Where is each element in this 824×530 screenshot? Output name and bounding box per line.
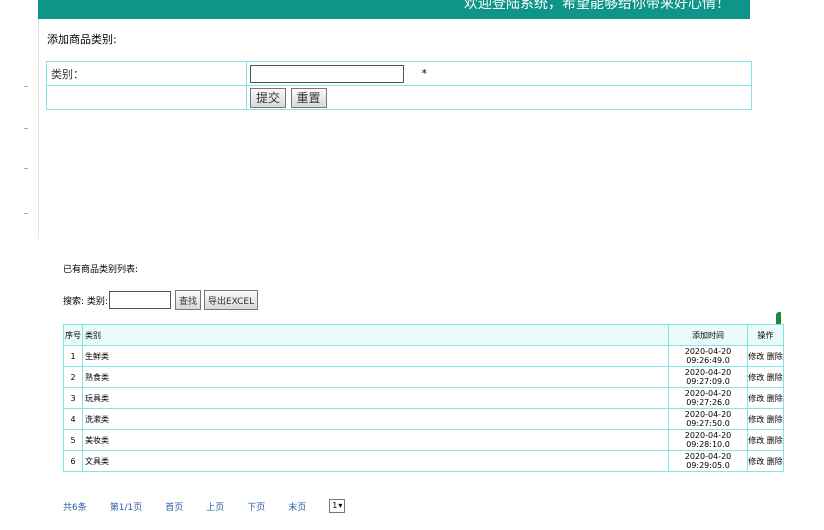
table-row: 6 文具类 2020-04-20 09:29:05.0 修改 删除: [63, 450, 784, 472]
page-select[interactable]: 1▾: [329, 499, 346, 513]
edit-link[interactable]: 修改: [748, 373, 764, 382]
category-label: 类别：: [46, 61, 247, 86]
add-category-title: 添加商品类别:: [47, 33, 117, 46]
table-row: 3 玩具类 2020-04-20 09:27:26.0 修改 删除: [63, 387, 784, 409]
submit-button[interactable]: 提交: [250, 87, 287, 108]
delete-link[interactable]: 删除: [767, 457, 783, 466]
row-time: 2020-04-20 09:26:49.0: [668, 345, 748, 367]
row-category: 文具类: [82, 450, 669, 472]
row-category: 美妆类: [82, 429, 669, 451]
add-category-form: 类别： * 提交 重置: [46, 61, 752, 110]
prev-page-link[interactable]: 上页: [206, 500, 224, 513]
row-time: 2020-04-20 09:29:05.0: [668, 450, 748, 472]
row-category: 洗漱类: [82, 408, 669, 430]
row-no: 2: [63, 366, 83, 388]
edit-link[interactable]: 修改: [748, 457, 764, 466]
row-actions: 修改 删除: [747, 429, 784, 451]
table-row: 4 洗漱类 2020-04-20 09:27:50.0 修改 删除: [63, 408, 784, 430]
sidebar-tick: [24, 168, 28, 169]
welcome-text: 欢迎登陆系统，希望能够给你带来好心情！: [464, 0, 730, 12]
category-field-cell: *: [246, 61, 752, 86]
sidebar-tick: [24, 128, 28, 129]
category-table: 序号 类别 添加时间 操作 1 生鲜类 2020-04-20 09:26:49.…: [63, 324, 784, 472]
col-header-no: 序号: [63, 324, 83, 346]
edit-link[interactable]: 修改: [748, 352, 764, 361]
sidebar-divider: [38, 19, 39, 239]
delete-link[interactable]: 删除: [767, 373, 783, 382]
form-buttons-cell: 提交 重置: [246, 85, 752, 110]
delete-link[interactable]: 删除: [767, 394, 783, 403]
table-row: 5 美妆类 2020-04-20 09:28:10.0 修改 删除: [63, 429, 784, 451]
table-row: 2 熟食类 2020-04-20 09:27:09.0 修改 删除: [63, 366, 784, 388]
row-actions: 修改 删除: [747, 387, 784, 409]
sidebar-tick: [24, 213, 28, 214]
first-page-link[interactable]: 首页: [165, 500, 183, 513]
row-time: 2020-04-20 09:27:09.0: [668, 366, 748, 388]
row-actions: 修改 删除: [747, 345, 784, 367]
sidebar-tick: [24, 86, 28, 87]
top-banner: 欢迎登陆系统，希望能够给你带来好心情！: [38, 0, 750, 19]
pagination: 共6条 第1/1页 首页 上页 下页 末页 1▾: [63, 499, 368, 513]
row-actions: 修改 删除: [747, 408, 784, 430]
row-category: 熟食类: [82, 366, 669, 388]
search-input[interactable]: [108, 291, 171, 309]
search-bar: 搜索: 类别: 查找 导出EXCEL: [63, 290, 261, 310]
row-actions: 修改 删除: [747, 366, 784, 388]
col-header-time: 添加时间: [668, 324, 748, 346]
search-label: 搜索: 类别:: [63, 296, 108, 307]
category-list-title: 已有商品类别列表:: [63, 265, 139, 275]
edit-link[interactable]: 修改: [748, 415, 764, 424]
export-excel-button[interactable]: 导出EXCEL: [203, 290, 259, 310]
col-header-action: 操作: [747, 324, 784, 346]
delete-link[interactable]: 删除: [767, 415, 783, 424]
row-no: 3: [63, 387, 83, 409]
required-mark: *: [421, 67, 428, 80]
last-page-link[interactable]: 末页: [288, 500, 306, 513]
find-button[interactable]: 查找: [174, 290, 201, 310]
empty-label-cell: [46, 85, 247, 110]
chevron-down-icon: ▾: [338, 501, 343, 510]
delete-link[interactable]: 删除: [767, 352, 783, 361]
row-no: 6: [63, 450, 83, 472]
row-no: 5: [63, 429, 83, 451]
row-actions: 修改 删除: [747, 450, 784, 472]
col-header-category: 类别: [82, 324, 669, 346]
row-time: 2020-04-20 09:27:26.0: [668, 387, 748, 409]
row-no: 1: [63, 345, 83, 367]
page-info: 第1/1页: [109, 502, 143, 513]
edit-link[interactable]: 修改: [748, 394, 764, 403]
total-count: 共6条: [63, 502, 87, 513]
reset-button[interactable]: 重置: [290, 87, 327, 108]
next-page-link[interactable]: 下页: [247, 500, 265, 513]
row-no: 4: [63, 408, 83, 430]
row-category: 玩具类: [82, 387, 669, 409]
category-input[interactable]: [250, 64, 404, 83]
row-time: 2020-04-20 09:27:50.0: [668, 408, 748, 430]
table-header-row: 序号 类别 添加时间 操作: [63, 324, 784, 346]
row-time: 2020-04-20 09:28:10.0: [668, 429, 748, 451]
page-select-value: 1: [332, 501, 338, 510]
table-row: 1 生鲜类 2020-04-20 09:26:49.0 修改 删除: [63, 345, 784, 367]
edit-link[interactable]: 修改: [748, 436, 764, 445]
row-category: 生鲜类: [82, 345, 669, 367]
delete-link[interactable]: 删除: [767, 436, 783, 445]
